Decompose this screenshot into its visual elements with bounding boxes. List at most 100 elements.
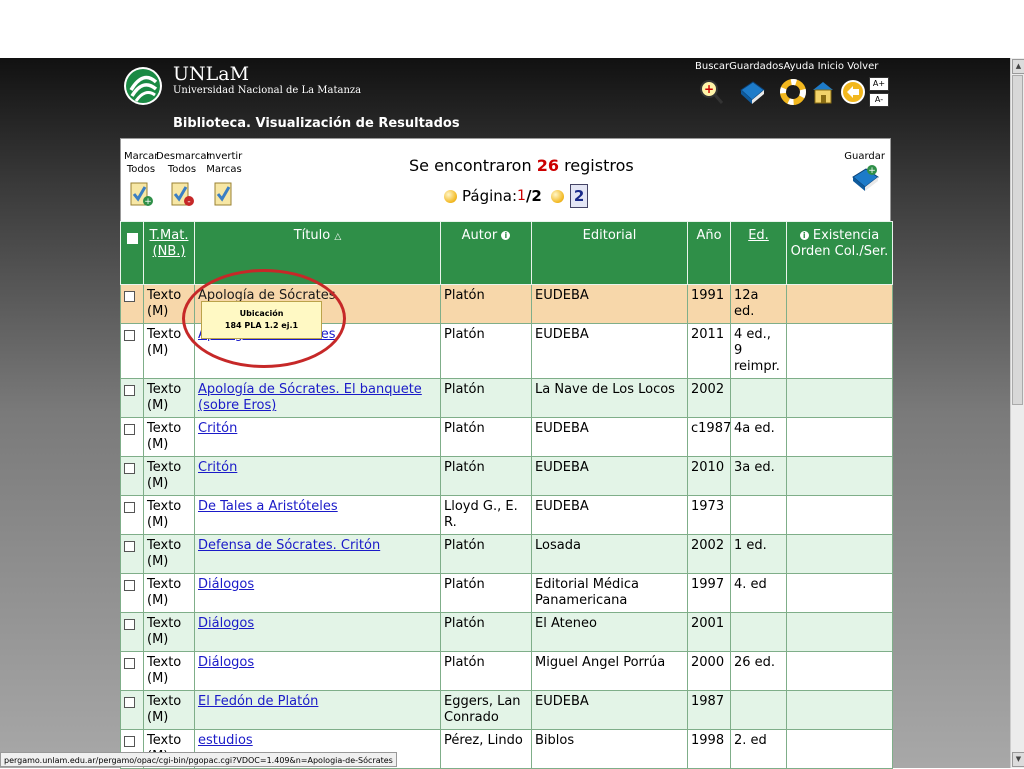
- col-t-mat[interactable]: T.Mat. (NB.): [143, 221, 195, 285]
- col-titulo[interactable]: Título △: [194, 221, 441, 285]
- row-checkbox[interactable]: [124, 291, 135, 302]
- nav-volver[interactable]: Volver: [847, 61, 878, 72]
- font-smaller-button[interactable]: A-: [869, 93, 889, 107]
- table-row[interactable]: Texto (M) Diálogos Platón El Ateneo 2001: [120, 612, 893, 652]
- col-ed[interactable]: Ed.: [730, 221, 787, 285]
- row-checkbox-cell[interactable]: [120, 612, 144, 652]
- row-checkbox-cell[interactable]: [120, 417, 144, 457]
- table-row[interactable]: Texto (M) El Fedón de Platón Eggers, Lan Co…: [120, 690, 893, 730]
- col-existencia[interactable]: i Existencia Orden Col./Ser.: [786, 221, 893, 285]
- t-mat-label: T.Mat.: [149, 228, 189, 243]
- search-icon[interactable]: +: [698, 78, 724, 106]
- title-link[interactable]: Diálogos: [198, 577, 254, 592]
- row-checkbox-cell[interactable]: [120, 323, 144, 379]
- edition-cell: 12a ed.: [730, 284, 787, 324]
- top-nav: BuscarGuardadosAyuda Inicio Volver: [695, 61, 878, 72]
- col-editorial[interactable]: Editorial: [531, 221, 688, 285]
- results-count-text: Se encontraron 26 registros: [409, 156, 634, 175]
- row-checkbox-cell[interactable]: [120, 573, 144, 613]
- row-checkbox-cell[interactable]: [120, 456, 144, 496]
- title-link[interactable]: Apología de Sócrates. El banquete (sobre…: [198, 382, 422, 413]
- material-type: Texto: [147, 694, 182, 709]
- home-icon[interactable]: [810, 78, 836, 106]
- row-checkbox-cell[interactable]: [120, 495, 144, 535]
- title-cell: Critón: [194, 417, 441, 457]
- row-checkbox-cell[interactable]: [120, 284, 144, 324]
- row-checkbox[interactable]: [124, 658, 135, 669]
- col-anio[interactable]: Año: [687, 221, 731, 285]
- row-checkbox-cell[interactable]: [120, 378, 144, 418]
- row-checkbox[interactable]: [124, 736, 135, 747]
- vertical-scrollbar[interactable]: ▲ ▼: [1010, 58, 1024, 768]
- publisher-cell: EUDEBA: [531, 417, 688, 457]
- author-cell: Platón: [440, 612, 532, 652]
- table-row[interactable]: Texto (M) Apología de Sócrates. El banquet…: [120, 378, 893, 418]
- edition-cell: [730, 378, 787, 418]
- table-row[interactable]: Texto (M) De Tales a Aristóteles Lloyd G., …: [120, 495, 893, 535]
- nav-ayuda[interactable]: Ayuda: [783, 61, 814, 72]
- help-lifebuoy-icon[interactable]: [780, 78, 806, 106]
- row-checkbox-cell[interactable]: [120, 690, 144, 730]
- unmark-all-button[interactable]: Desmarcar Todos -: [156, 150, 211, 208]
- svg-text:+: +: [704, 82, 714, 96]
- existence-cell: [786, 729, 893, 769]
- table-row[interactable]: Texto (M) Critón Platón EUDEBA 2010 3a ed.: [120, 456, 893, 496]
- nav-guardados[interactable]: Guardados: [729, 61, 783, 72]
- table-row[interactable]: Texto (M) Defensa de Sócrates. Critón Plató…: [120, 534, 893, 574]
- table-row[interactable]: Texto (M) Diálogos Platón Miguel Angel Porrú…: [120, 651, 893, 691]
- saved-books-icon[interactable]: [738, 78, 765, 106]
- title-link[interactable]: El Fedón de Platón: [198, 694, 318, 709]
- title-link[interactable]: Critón: [198, 460, 237, 475]
- back-arrow-icon[interactable]: [840, 78, 866, 106]
- save-button[interactable]: Guardar +: [844, 151, 885, 197]
- material-type-cell: Texto(M): [143, 612, 195, 652]
- row-checkbox[interactable]: [124, 330, 135, 341]
- title-link[interactable]: Diálogos: [198, 655, 254, 670]
- title-link[interactable]: Diálogos: [198, 616, 254, 631]
- title-link[interactable]: estudios: [198, 733, 253, 748]
- title-cell: De Tales a Aristóteles: [194, 495, 441, 535]
- title-link[interactable]: Defensa de Sócrates. Critón: [198, 538, 380, 553]
- select-all-checkbox[interactable]: [126, 233, 138, 244]
- row-checkbox[interactable]: [124, 580, 135, 591]
- material-type: Texto: [147, 288, 182, 303]
- nav-buscar[interactable]: Buscar: [695, 61, 729, 72]
- title-cell: Critón: [194, 456, 441, 496]
- author-cell: Platón: [440, 417, 532, 457]
- row-checkbox[interactable]: [124, 541, 135, 552]
- scroll-thumb[interactable]: [1012, 75, 1023, 405]
- row-checkbox[interactable]: [124, 697, 135, 708]
- col-autor[interactable]: Autor i: [440, 221, 532, 285]
- row-checkbox-cell[interactable]: [120, 651, 144, 691]
- table-row[interactable]: Texto (M) Critón Platón EUDEBA c1987 4a ed.: [120, 417, 893, 457]
- existence-cell: [786, 690, 893, 730]
- current-page: 1: [517, 188, 526, 204]
- title-cell: Diálogos: [194, 573, 441, 613]
- unlam-logo[interactable]: [123, 62, 163, 108]
- material-type: Texto: [147, 327, 182, 342]
- brand-block: UNLaM Universidad Nacional de La Matanza: [173, 64, 361, 96]
- font-larger-button[interactable]: A+: [869, 77, 889, 91]
- row-checkbox[interactable]: [124, 502, 135, 513]
- scroll-up-arrow-icon[interactable]: ▲: [1012, 59, 1024, 74]
- edition-cell: 4. ed: [730, 573, 787, 613]
- unmark-all-label-2: Todos: [167, 164, 197, 175]
- nav-inicio[interactable]: Inicio: [818, 61, 844, 72]
- scroll-down-arrow-icon[interactable]: ▼: [1012, 752, 1024, 767]
- select-all-header[interactable]: [120, 221, 144, 285]
- material-type-cell: Texto(M): [143, 573, 195, 613]
- svg-text:+: +: [144, 197, 152, 207]
- page-2-link[interactable]: 2: [569, 184, 589, 208]
- mark-all-button[interactable]: Marcar Todos +: [124, 150, 158, 208]
- row-checkbox[interactable]: [124, 619, 135, 630]
- row-checkbox[interactable]: [124, 424, 135, 435]
- title-link[interactable]: Critón: [198, 421, 237, 436]
- existence-cell: [786, 651, 893, 691]
- row-checkbox[interactable]: [124, 385, 135, 396]
- row-checkbox-cell[interactable]: [120, 534, 144, 574]
- table-row[interactable]: Texto (M) Diálogos Platón Editorial Médica P…: [120, 573, 893, 613]
- author-cell: Eggers, Lan Conrado: [440, 690, 532, 730]
- row-checkbox[interactable]: [124, 463, 135, 474]
- invert-marks-button[interactable]: Invertir Marcas: [206, 150, 242, 208]
- title-link[interactable]: De Tales a Aristóteles: [198, 499, 338, 514]
